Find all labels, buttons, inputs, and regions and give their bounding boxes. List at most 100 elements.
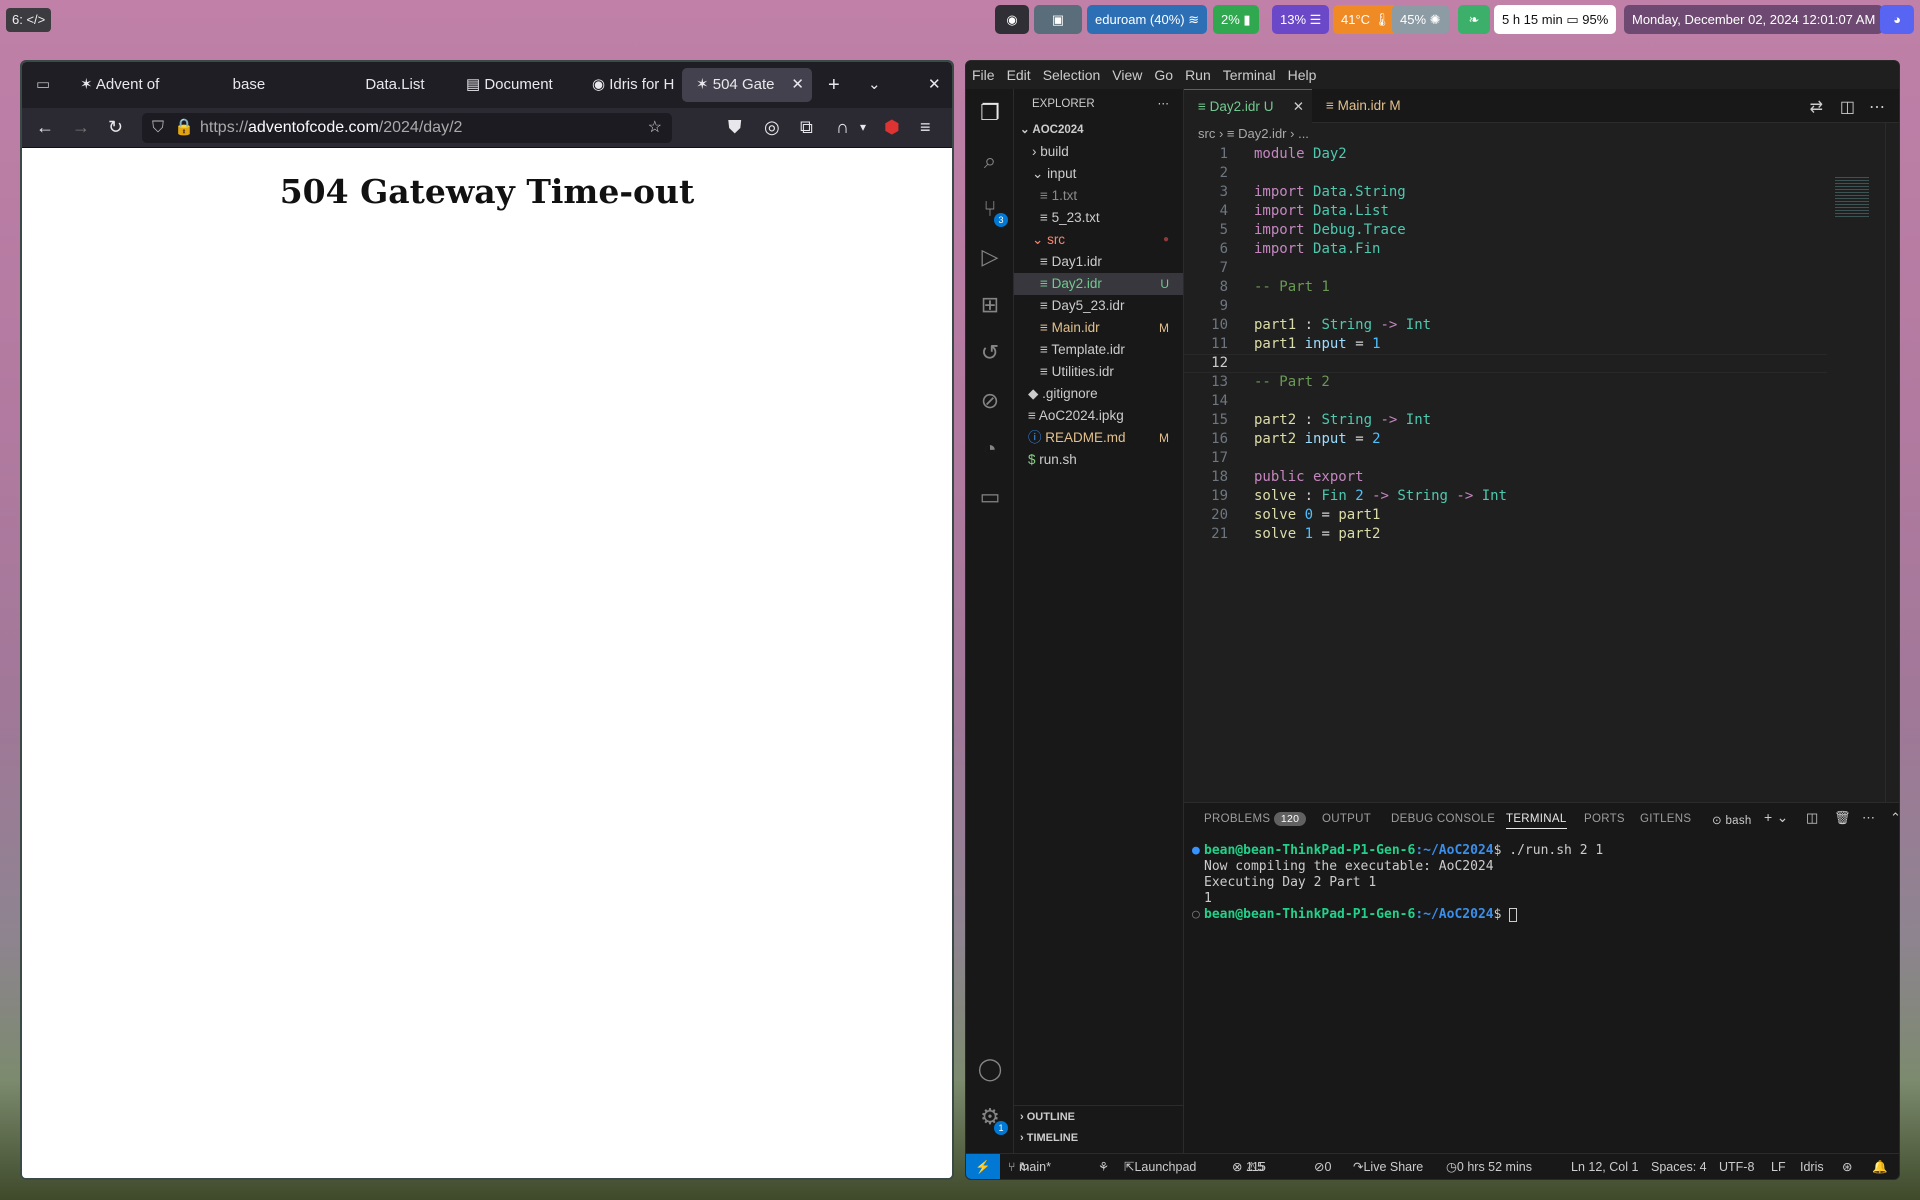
- tree-item-src[interactable]: ⌄ src ●: [1014, 229, 1183, 251]
- tree-item-template[interactable]: ≡ Template.idr: [1014, 339, 1183, 361]
- timeline-section[interactable]: › TIMELINE: [1014, 1127, 1183, 1149]
- temperature-indicator[interactable]: 41°C 🌡: [1333, 5, 1399, 34]
- tree-item-input[interactable]: ⌄ input: [1014, 163, 1183, 185]
- tree-item-gitignore[interactable]: ◆ .gitignore: [1014, 383, 1183, 405]
- tab-base[interactable]: base: [202, 68, 312, 102]
- branch-indicator[interactable]: ⑂ main* ↻: [1008, 1154, 1051, 1179]
- breadcrumb-dir[interactable]: src: [1198, 126, 1215, 141]
- shield-icon[interactable]: ⛉: [152, 113, 164, 143]
- clock[interactable]: Monday, December 02, 2024 12:01:07 AM: [1624, 5, 1884, 34]
- editor-scrollbar[interactable]: [1885, 123, 1899, 802]
- remote-icon[interactable]: ↺: [976, 339, 1004, 367]
- tab-close-icon[interactable]: ✕: [791, 68, 804, 102]
- tab-overview-icon[interactable]: ▭: [26, 68, 60, 102]
- split-terminal-icon[interactable]: ◫: [1806, 810, 1819, 826]
- git-graph-icon[interactable]: ◔: [976, 435, 1004, 463]
- tab-output[interactable]: OUTPUT: [1322, 813, 1371, 825]
- leaf-icon[interactable]: ❧: [1458, 5, 1490, 34]
- tab-terminal[interactable]: TERMINAL: [1506, 813, 1567, 829]
- line-ending[interactable]: LF: [1771, 1154, 1786, 1179]
- discord-icon[interactable]: ◕: [1880, 5, 1914, 34]
- tab-document[interactable]: ▤ Document: [452, 68, 572, 102]
- tree-item-day5[interactable]: ≡ Day5_23.idr: [1014, 295, 1183, 317]
- tab-504[interactable]: ✶ 504 Gate ✕: [682, 68, 812, 102]
- compare-icon[interactable]: ⇄: [1810, 97, 1823, 117]
- tree-item-day2[interactable]: ≡ Day2.idr U: [1014, 273, 1183, 295]
- brightness-indicator[interactable]: 45% ✺: [1392, 5, 1449, 34]
- sync-icon[interactable]: ⚘: [1098, 1154, 1109, 1179]
- headphones-icon[interactable]: ∩: [836, 117, 849, 138]
- tree-item-build[interactable]: › build: [1014, 141, 1183, 163]
- chevron-up-icon[interactable]: ⌃: [1890, 810, 1899, 826]
- terminal[interactable]: ● bean@bean-ThinkPad-P1-Gen-6:~/AoC2024$ …: [1192, 843, 1603, 923]
- extensions-icon[interactable]: ⊞: [976, 291, 1004, 319]
- window-close-icon[interactable]: ✕: [920, 68, 950, 102]
- remote-indicator[interactable]: ⚡: [966, 1154, 1000, 1179]
- bookmark-star-icon[interactable]: ☆: [648, 113, 662, 143]
- tree-item-readme[interactable]: ⓘ README.md M: [1014, 427, 1183, 449]
- settings-gear-icon[interactable]: ⚙ 1: [976, 1103, 1008, 1135]
- menu-view[interactable]: View: [1106, 61, 1148, 89]
- chat-icon[interactable]: ▭: [976, 483, 1004, 511]
- more-icon[interactable]: ⋯: [1862, 810, 1875, 826]
- battery-indicator[interactable]: 5 h 15 min ▭ 95%: [1494, 5, 1617, 34]
- more-actions-icon[interactable]: ⋯: [1869, 97, 1885, 117]
- breadcrumb-more[interactable]: ...: [1298, 126, 1309, 141]
- extensions-icon[interactable]: ⧉: [800, 117, 813, 138]
- ublock-icon[interactable]: ⬢: [884, 117, 900, 138]
- breadcrumb-file[interactable]: Day2.idr: [1238, 126, 1286, 141]
- tree-item-main[interactable]: ≡ Main.idr M: [1014, 317, 1183, 339]
- encoding[interactable]: UTF-8: [1719, 1154, 1754, 1179]
- account-icon[interactable]: ◎: [764, 117, 780, 138]
- search-icon[interactable]: ⌕: [976, 147, 1004, 175]
- memory-indicator[interactable]: 13% ☰: [1272, 5, 1330, 34]
- tree-item-5-23txt[interactable]: ≡ 5_23.txt: [1014, 207, 1183, 229]
- explorer-icon[interactable]: ❐: [976, 99, 1004, 127]
- tab-gitlens[interactable]: GITLENS: [1640, 813, 1691, 825]
- ports-indicator[interactable]: ⊘ 0: [1314, 1154, 1331, 1179]
- menu-file[interactable]: File: [966, 61, 1001, 89]
- network-indicator[interactable]: eduroam (40%) ≋: [1087, 5, 1208, 34]
- privacy-icon[interactable]: ◉: [995, 5, 1029, 34]
- menu-edit[interactable]: Edit: [1001, 61, 1037, 89]
- source-control-icon[interactable]: ⑂ 3: [976, 195, 1008, 227]
- tree-item-runsh[interactable]: $ run.sh: [1014, 449, 1183, 471]
- tree-item-ipkg[interactable]: ≡ AoC2024.ipkg: [1014, 405, 1183, 427]
- more-icon[interactable]: ⋯: [1158, 93, 1170, 115]
- menu-terminal[interactable]: Terminal: [1217, 61, 1282, 89]
- editor-tab-main[interactable]: ≡ Main.idr M: [1312, 89, 1422, 123]
- language-mode[interactable]: Idris: [1800, 1154, 1824, 1179]
- menu-help[interactable]: Help: [1282, 61, 1323, 89]
- root-folder[interactable]: ⌄ AOC2024: [1014, 119, 1183, 141]
- url-bar[interactable]: ⛉ 🔒 https://adventofcode.com/2024/day/2 …: [142, 113, 672, 143]
- close-icon[interactable]: ✕: [1293, 90, 1304, 124]
- workspace-indicator[interactable]: 6: </>: [6, 8, 52, 32]
- tab-ports[interactable]: PORTS: [1584, 813, 1625, 825]
- run-debug-icon[interactable]: ▷: [976, 243, 1004, 271]
- tab-advent[interactable]: ✶ Advent of: [66, 68, 194, 102]
- reload-icon[interactable]: ↻: [108, 117, 123, 138]
- outline-section[interactable]: › OUTLINE: [1014, 1105, 1183, 1127]
- tab-debug-console[interactable]: DEBUG CONSOLE: [1391, 813, 1495, 825]
- pocket-icon[interactable]: ⛊: [728, 117, 742, 138]
- back-icon[interactable]: ←: [36, 117, 54, 138]
- minimap[interactable]: [1835, 177, 1869, 217]
- chevron-down-icon[interactable]: ▾: [860, 120, 866, 134]
- indentation[interactable]: Spaces: 4: [1651, 1154, 1707, 1179]
- notifications-icon[interactable]: 🔔: [1872, 1154, 1888, 1179]
- copilot-icon[interactable]: ⊛: [1842, 1154, 1852, 1179]
- cpu-indicator[interactable]: 2% ▮: [1213, 5, 1259, 34]
- session-timer[interactable]: ◷ 0 hrs 52 mins: [1446, 1154, 1532, 1179]
- tab-problems[interactable]: PROBLEMS 120: [1204, 812, 1307, 826]
- split-editor-icon[interactable]: ◫: [1840, 97, 1855, 117]
- menu-run[interactable]: Run: [1179, 61, 1217, 89]
- shell-selector[interactable]: ⊙ bash: [1712, 813, 1752, 827]
- cursor-position[interactable]: Ln 12, Col 1: [1571, 1154, 1638, 1179]
- menu-icon[interactable]: ≡: [920, 117, 931, 138]
- tab-idris[interactable]: ◉ Idris for H: [578, 68, 698, 102]
- editor-tab-day2[interactable]: ≡ Day2.idr U ✕: [1184, 89, 1312, 123]
- tree-item-day1[interactable]: ≡ Day1.idr: [1014, 251, 1183, 273]
- tree-item-1txt[interactable]: ≡ 1.txt: [1014, 185, 1183, 207]
- tab-datalist[interactable]: Data.List: [318, 68, 446, 102]
- live-share[interactable]: ↷ Live Share: [1353, 1154, 1423, 1179]
